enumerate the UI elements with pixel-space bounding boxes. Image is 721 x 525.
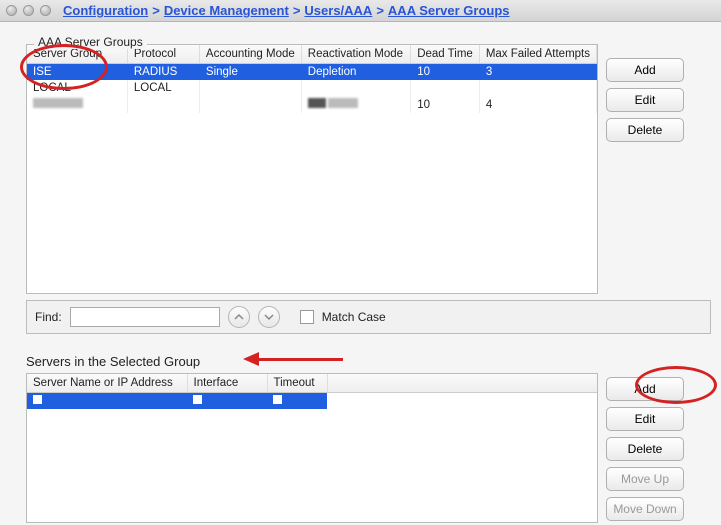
servers-buttons: Add Edit Delete Move Up Move Down bbox=[606, 373, 684, 521]
breadcrumb-sep: > bbox=[152, 3, 160, 18]
col-interface[interactable]: Interface bbox=[187, 374, 267, 393]
chevron-up-icon bbox=[234, 312, 244, 322]
zoom-icon[interactable] bbox=[40, 5, 51, 16]
find-bar: Find: Match Case bbox=[26, 300, 711, 334]
window-titlebar: Configuration > Device Management > User… bbox=[0, 0, 721, 22]
cell-accounting bbox=[199, 96, 301, 113]
delete-button[interactable]: Delete bbox=[606, 437, 684, 461]
section-title: AAA Server Groups bbox=[34, 35, 147, 49]
section-title: Servers in the Selected Group bbox=[26, 354, 200, 369]
col-server-name[interactable]: Server Name or IP Address bbox=[27, 374, 187, 393]
col-reactivation-mode[interactable]: Reactivation Mode bbox=[301, 45, 410, 64]
chevron-down-icon bbox=[264, 312, 274, 322]
cell-reactivation: Depletion bbox=[301, 64, 410, 81]
cell-protocol: LOCAL bbox=[127, 80, 199, 96]
breadcrumb-sep: > bbox=[376, 3, 384, 18]
cell-max bbox=[479, 80, 596, 96]
cell-accounting bbox=[199, 80, 301, 96]
breadcrumb: Configuration > Device Management > User… bbox=[57, 3, 510, 18]
server-groups-table[interactable]: Server Group Protocol Accounting Mode Re… bbox=[26, 44, 598, 294]
find-next-button[interactable] bbox=[258, 306, 280, 328]
cell-server-group: LOCAL bbox=[27, 80, 127, 96]
server-groups-buttons: Add Edit Delete bbox=[606, 44, 684, 142]
cell-dead bbox=[411, 80, 480, 96]
cell-max: 3 bbox=[479, 64, 596, 81]
cell-server-group: ISE bbox=[27, 64, 127, 81]
cell-server-name bbox=[27, 393, 187, 410]
cell-timeout bbox=[267, 393, 327, 410]
move-down-button[interactable]: Move Down bbox=[606, 497, 684, 521]
cell-reactivation bbox=[301, 96, 410, 113]
cell-accounting: Single bbox=[199, 64, 301, 81]
table-row[interactable] bbox=[27, 393, 597, 410]
delete-button[interactable]: Delete bbox=[606, 118, 684, 142]
cell-interface bbox=[187, 393, 267, 410]
match-case-label: Match Case bbox=[322, 310, 386, 324]
servers-in-group-section: Servers in the Selected Group Server Nam… bbox=[26, 354, 713, 523]
minimize-icon[interactable] bbox=[23, 5, 34, 16]
cell-protocol bbox=[127, 96, 199, 113]
cell-reactivation bbox=[301, 80, 410, 96]
table-row[interactable]: LOCAL LOCAL bbox=[27, 80, 597, 96]
servers-table[interactable]: Server Name or IP Address Interface Time… bbox=[26, 373, 598, 523]
edit-button[interactable]: Edit bbox=[606, 88, 684, 112]
table-row[interactable]: 10 4 bbox=[27, 96, 597, 113]
find-prev-button[interactable] bbox=[228, 306, 250, 328]
cell-max: 4 bbox=[479, 96, 596, 113]
find-label: Find: bbox=[35, 310, 62, 324]
cell-dead: 10 bbox=[411, 64, 480, 81]
aaa-server-groups-section: AAA Server Groups Server Group Protocol … bbox=[26, 44, 713, 294]
table-row[interactable]: ISE RADIUS Single Depletion 10 3 bbox=[27, 64, 597, 81]
add-button[interactable]: Add bbox=[606, 58, 684, 82]
col-accounting-mode[interactable]: Accounting Mode bbox=[199, 45, 301, 64]
edit-button[interactable]: Edit bbox=[606, 407, 684, 431]
col-timeout[interactable]: Timeout bbox=[267, 374, 327, 393]
cell-server-group bbox=[27, 96, 127, 113]
cell-protocol: RADIUS bbox=[127, 64, 199, 81]
find-input[interactable] bbox=[70, 307, 220, 327]
add-button[interactable]: Add bbox=[606, 377, 684, 401]
breadcrumb-configuration[interactable]: Configuration bbox=[63, 3, 148, 18]
breadcrumb-sep: > bbox=[293, 3, 301, 18]
match-case-checkbox[interactable] bbox=[300, 310, 314, 324]
col-max-failed[interactable]: Max Failed Attempts bbox=[479, 45, 596, 64]
breadcrumb-aaa-server-groups[interactable]: AAA Server Groups bbox=[388, 3, 510, 18]
breadcrumb-users-aaa[interactable]: Users/AAA bbox=[304, 3, 372, 18]
move-up-button[interactable]: Move Up bbox=[606, 467, 684, 491]
cell-dead: 10 bbox=[411, 96, 480, 113]
close-icon[interactable] bbox=[6, 5, 17, 16]
breadcrumb-device-management[interactable]: Device Management bbox=[164, 3, 289, 18]
col-dead-time[interactable]: Dead Time bbox=[411, 45, 480, 64]
